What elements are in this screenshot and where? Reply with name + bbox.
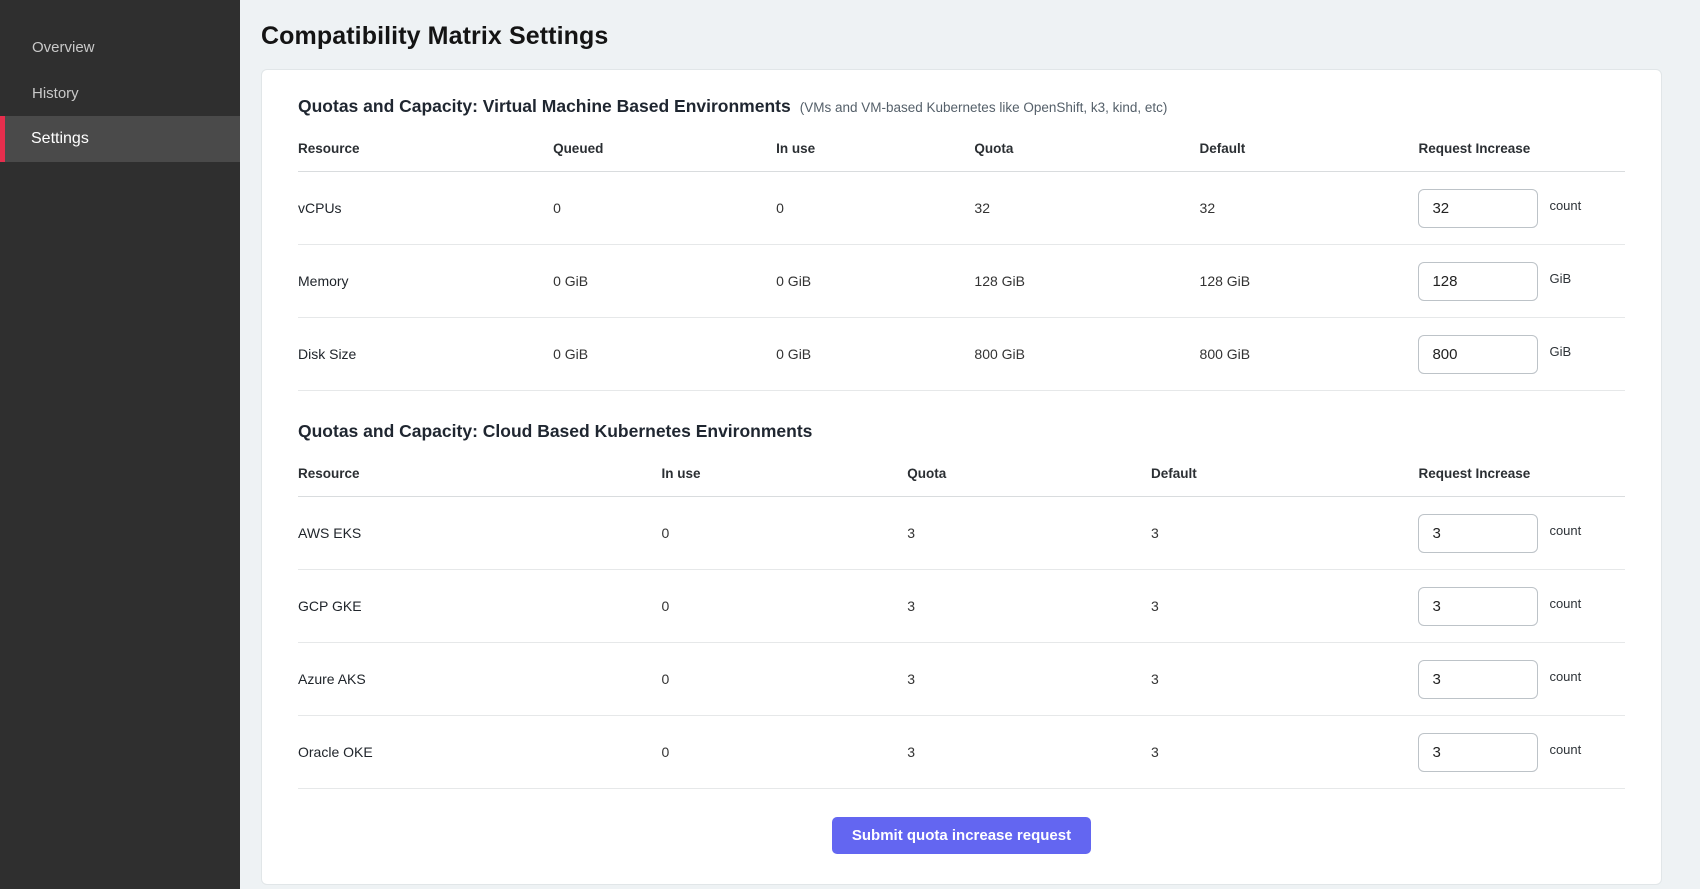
quota-value: 3	[907, 598, 1151, 614]
in-use-value: 0 GiB	[776, 273, 974, 289]
default-value: 3	[1151, 744, 1418, 760]
default-value: 128 GiB	[1200, 273, 1419, 289]
resource-name: AWS EKS	[298, 525, 662, 541]
submit-quota-increase-button[interactable]: Submit quota increase request	[832, 817, 1091, 854]
in-use-value: 0	[776, 200, 974, 216]
sidebar-item-label: Overview	[32, 39, 95, 56]
gcp-gke-request-input[interactable]	[1418, 587, 1538, 626]
unit-label: GiB	[1549, 344, 1571, 359]
resource-name: vCPUs	[298, 200, 553, 216]
quota-value: 3	[907, 744, 1151, 760]
queued-value: 0	[553, 200, 776, 216]
azure-aks-request-input[interactable]	[1418, 660, 1538, 699]
column-header-resource: Resource	[298, 466, 662, 481]
column-header-default: Default	[1151, 466, 1418, 481]
quota-value: 3	[907, 671, 1151, 687]
quota-settings-card: Quotas and Capacity: Virtual Machine Bas…	[261, 69, 1662, 885]
cloud-section-title: Quotas and Capacity: Cloud Based Kuberne…	[298, 421, 812, 442]
column-header-in-use: In use	[776, 141, 974, 156]
cloud-section-header: Quotas and Capacity: Cloud Based Kuberne…	[298, 421, 1625, 442]
quota-value: 3	[907, 525, 1151, 541]
request-increase-cell: count	[1418, 587, 1625, 626]
quota-value: 32	[974, 200, 1199, 216]
page-title: Compatibility Matrix Settings	[261, 22, 1662, 51]
vm-quota-table: Resource Queued In use Quota Default Req…	[298, 127, 1625, 391]
table-row-aws-eks: AWS EKS 0 3 3 count	[298, 497, 1625, 570]
column-header-resource: Resource	[298, 141, 553, 156]
cloud-quota-table: Resource In use Quota Default Request In…	[298, 452, 1625, 789]
default-value: 3	[1151, 671, 1418, 687]
resource-name: Azure AKS	[298, 671, 662, 687]
column-header-default: Default	[1200, 141, 1419, 156]
in-use-value: 0	[662, 744, 908, 760]
request-increase-cell: count	[1418, 660, 1625, 699]
table-row-azure-aks: Azure AKS 0 3 3 count	[298, 643, 1625, 716]
sidebar-item-overview[interactable]: Overview	[0, 24, 240, 70]
table-row-memory: Memory 0 GiB 0 GiB 128 GiB 128 GiB GiB	[298, 245, 1625, 318]
vm-table-header-row: Resource Queued In use Quota Default Req…	[298, 127, 1625, 172]
default-value: 3	[1151, 598, 1418, 614]
quota-value: 800 GiB	[974, 346, 1199, 362]
resource-name: GCP GKE	[298, 598, 662, 614]
table-row-vcpus: vCPUs 0 0 32 32 count	[298, 172, 1625, 245]
vcpus-request-input[interactable]	[1418, 189, 1538, 228]
vm-section-header: Quotas and Capacity: Virtual Machine Bas…	[298, 96, 1625, 117]
memory-request-input[interactable]	[1418, 262, 1538, 301]
resource-name: Disk Size	[298, 346, 553, 362]
resource-name: Memory	[298, 273, 553, 289]
default-value: 3	[1151, 525, 1418, 541]
in-use-value: 0 GiB	[776, 346, 974, 362]
quota-value: 128 GiB	[974, 273, 1199, 289]
sidebar-item-history[interactable]: History	[0, 70, 240, 116]
in-use-value: 0	[662, 671, 908, 687]
vm-section-title: Quotas and Capacity: Virtual Machine Bas…	[298, 96, 791, 117]
unit-label: GiB	[1549, 271, 1571, 286]
submit-button-row: Submit quota increase request	[298, 789, 1625, 854]
request-increase-cell: count	[1418, 514, 1625, 553]
vm-section-subtitle: (VMs and VM-based Kubernetes like OpenSh…	[800, 100, 1168, 115]
table-row-oracle-oke: Oracle OKE 0 3 3 count	[298, 716, 1625, 789]
column-header-quota: Quota	[907, 466, 1151, 481]
sidebar-item-settings[interactable]: Settings	[0, 116, 240, 162]
in-use-value: 0	[662, 598, 908, 614]
column-header-request-increase: Request Increase	[1418, 466, 1625, 481]
in-use-value: 0	[662, 525, 908, 541]
unit-label: count	[1549, 198, 1581, 213]
sidebar-item-label: History	[32, 85, 79, 102]
unit-label: count	[1549, 669, 1581, 684]
resource-name: Oracle OKE	[298, 744, 662, 760]
table-row-disk-size: Disk Size 0 GiB 0 GiB 800 GiB 800 GiB Gi…	[298, 318, 1625, 391]
table-row-gcp-gke: GCP GKE 0 3 3 count	[298, 570, 1625, 643]
sidebar: Overview History Settings	[0, 0, 240, 889]
column-header-quota: Quota	[974, 141, 1199, 156]
column-header-in-use: In use	[662, 466, 908, 481]
queued-value: 0 GiB	[553, 346, 776, 362]
request-increase-cell: count	[1418, 733, 1625, 772]
queued-value: 0 GiB	[553, 273, 776, 289]
main-content: Compatibility Matrix Settings Quotas and…	[240, 0, 1700, 889]
disk-size-request-input[interactable]	[1418, 335, 1538, 374]
request-increase-cell: count	[1418, 189, 1625, 228]
unit-label: count	[1549, 596, 1581, 611]
column-header-request-increase: Request Increase	[1418, 141, 1625, 156]
oracle-oke-request-input[interactable]	[1418, 733, 1538, 772]
aws-eks-request-input[interactable]	[1418, 514, 1538, 553]
default-value: 800 GiB	[1200, 346, 1419, 362]
unit-label: count	[1549, 742, 1581, 757]
sidebar-nav: Overview History Settings	[0, 24, 240, 162]
sidebar-item-label: Settings	[31, 130, 89, 148]
unit-label: count	[1549, 523, 1581, 538]
default-value: 32	[1200, 200, 1419, 216]
column-header-queued: Queued	[553, 141, 776, 156]
request-increase-cell: GiB	[1418, 262, 1625, 301]
cloud-table-header-row: Resource In use Quota Default Request In…	[298, 452, 1625, 497]
request-increase-cell: GiB	[1418, 335, 1625, 374]
